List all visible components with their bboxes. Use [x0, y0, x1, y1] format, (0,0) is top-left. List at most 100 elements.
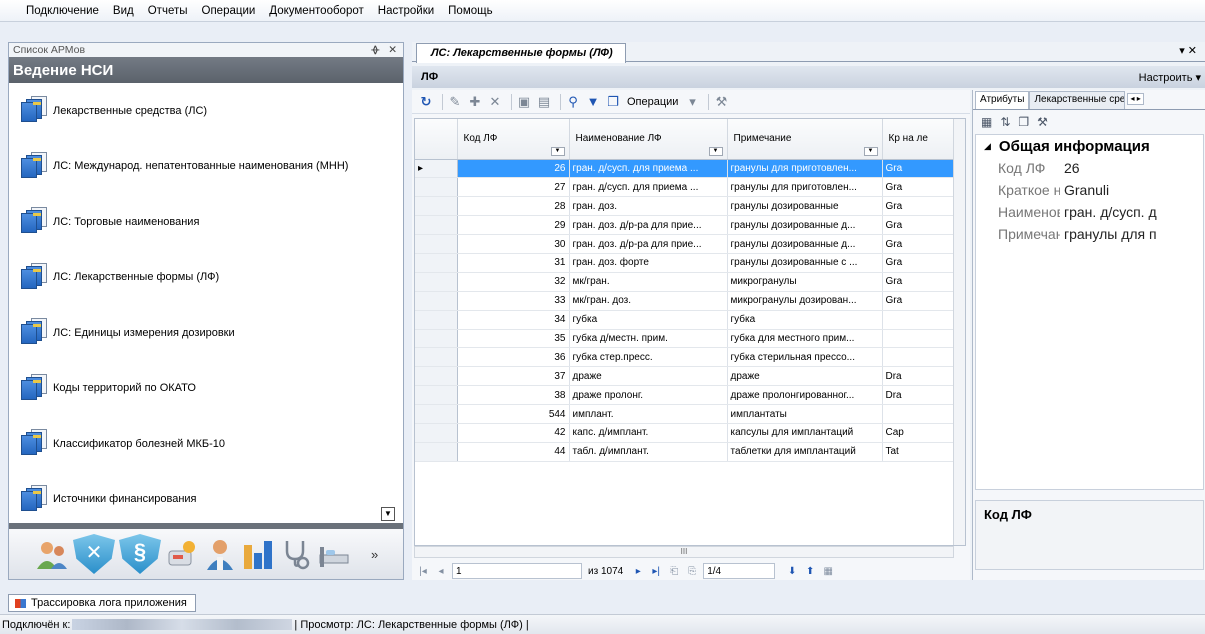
- cell-extra[interactable]: Gra: [882, 159, 955, 179]
- refresh-icon[interactable]: ↻: [418, 94, 434, 110]
- page-input[interactable]: [703, 563, 776, 579]
- cell-name[interactable]: гран. д/сусп. для приема ...: [569, 159, 728, 179]
- prev-page-icon[interactable]: ◂: [434, 566, 448, 577]
- nav-item[interactable]: ЛС: Лекарственные формы (ЛФ): [9, 250, 403, 306]
- cell-code[interactable]: 26: [457, 159, 570, 179]
- pin-icon[interactable]: ᚖ: [371, 44, 379, 56]
- pharmacy-icon[interactable]: [165, 537, 199, 571]
- property-category[interactable]: ◢ Общая информация: [976, 135, 1203, 157]
- cell-extra[interactable]: Gra: [882, 177, 955, 198]
- first-page-icon[interactable]: |◂: [416, 566, 430, 577]
- save-all-icon[interactable]: ▤: [536, 94, 552, 110]
- cell-extra[interactable]: Gra: [882, 215, 955, 236]
- table-row[interactable]: 34 губка губка: [415, 310, 955, 330]
- row-indicator[interactable]: [415, 196, 458, 217]
- table-row[interactable]: 36 губка стер.пресс. губка стерильная прес…: [415, 347, 955, 368]
- cell-extra[interactable]: Gra: [882, 196, 955, 217]
- export-icon[interactable]: ⬇: [785, 566, 799, 577]
- cell-note[interactable]: гранулы для приготовлен...: [727, 177, 883, 198]
- cell-code[interactable]: 35: [457, 329, 570, 349]
- table-row[interactable]: 42 капс. д/имплант. капсулы для имплантаци…: [415, 423, 955, 443]
- statistics-icon[interactable]: [241, 537, 275, 571]
- table-row[interactable]: 544 имплант. имплантаты: [415, 404, 955, 424]
- cell-code[interactable]: 27: [457, 177, 570, 198]
- nav-item[interactable]: ЛС: Торговые наименования: [9, 194, 403, 250]
- cell-code[interactable]: 33: [457, 291, 570, 311]
- configure-button[interactable]: Настроить ▾: [1139, 71, 1201, 84]
- cell-note[interactable]: губка для местного прим...: [727, 329, 883, 349]
- table-row[interactable]: 44 табл. д/имплант. таблетки для имплантац…: [415, 442, 955, 462]
- more-chevron-icon[interactable]: »: [371, 547, 378, 562]
- doctor-icon[interactable]: [203, 537, 237, 571]
- tab-scroll-arrows[interactable]: ◂ ▸: [1127, 93, 1144, 105]
- property-row[interactable]: Наименованиегран. д/сусп. д: [976, 201, 1203, 223]
- row-indicator[interactable]: [415, 272, 458, 292]
- cell-name[interactable]: гран. доз. форте: [569, 253, 728, 273]
- dropdown-icon[interactable]: ▼: [863, 146, 878, 156]
- menu-operations[interactable]: Операции: [202, 5, 256, 17]
- nav-item[interactable]: Классификатор болезней МКБ-10: [9, 416, 403, 472]
- cell-note[interactable]: губка стерильная прессо...: [727, 347, 883, 368]
- import-icon[interactable]: ⬆: [803, 566, 817, 577]
- close-icon[interactable]: ✕: [388, 44, 397, 56]
- row-indicator[interactable]: [415, 329, 458, 349]
- dropdown-icon[interactable]: ▼: [708, 146, 723, 156]
- table-row[interactable]: 27 гран. д/сусп. для приема ... гранулы дл…: [415, 177, 955, 198]
- cell-code[interactable]: 30: [457, 234, 570, 254]
- pages-icon[interactable]: ❐: [1018, 115, 1029, 129]
- cell-note[interactable]: драже: [727, 366, 883, 387]
- cell-name[interactable]: мк/гран. доз.: [569, 291, 728, 311]
- cell-note[interactable]: гранулы дозированные с ...: [727, 253, 883, 273]
- column-header-extra[interactable]: Кр на ле: [882, 119, 955, 160]
- column-header-name[interactable]: Наименование ЛФ ▼: [569, 119, 728, 160]
- row-indicator[interactable]: [415, 347, 458, 368]
- property-row[interactable]: Краткое наименованиеGranuli: [976, 179, 1203, 201]
- cell-code[interactable]: 38: [457, 385, 570, 406]
- cell-code[interactable]: 28: [457, 196, 570, 217]
- admin-shield-icon[interactable]: ✕: [73, 534, 115, 574]
- cell-extra[interactable]: Cap: [882, 423, 955, 443]
- cell-name[interactable]: гран. д/сусп. для приема ...: [569, 177, 728, 198]
- row-indicator[interactable]: [415, 234, 458, 254]
- filter-icon[interactable]: ▼: [585, 94, 601, 110]
- table-row[interactable]: 30 гран. доз. д/р-ра для прие... гранулы д…: [415, 234, 955, 254]
- row-indicator[interactable]: [415, 404, 458, 424]
- row-indicator[interactable]: [415, 423, 458, 443]
- cell-extra[interactable]: Tat: [882, 442, 955, 462]
- cell-code[interactable]: 42: [457, 423, 570, 443]
- next-block-icon[interactable]: ⎘: [685, 566, 699, 577]
- nav-item[interactable]: Источники финансирования: [9, 472, 403, 528]
- cell-extra[interactable]: Gra: [882, 253, 955, 273]
- row-indicator[interactable]: [415, 385, 458, 406]
- cell-extra[interactable]: Gra: [882, 291, 955, 311]
- next-page-icon[interactable]: ▸: [631, 566, 645, 577]
- edit-icon[interactable]: ✎: [447, 94, 463, 110]
- add-icon[interactable]: ✚: [467, 94, 483, 110]
- menu-help[interactable]: Помощь: [448, 5, 492, 17]
- row-indicator[interactable]: [415, 291, 458, 311]
- cell-code[interactable]: 44: [457, 442, 570, 462]
- table-row[interactable]: 31 гран. доз. форте гранулы дозированные с…: [415, 253, 955, 273]
- last-page-icon[interactable]: ▸|: [649, 566, 663, 577]
- menu-reports[interactable]: Отчеты: [148, 5, 188, 17]
- save-icon[interactable]: ▣: [516, 94, 532, 110]
- table-row[interactable]: ▸ 26 гран. д/сусп. для приема ... гранулы д…: [415, 159, 955, 179]
- column-header-note[interactable]: Примечание ▼: [727, 119, 883, 160]
- cell-name[interactable]: драже: [569, 366, 728, 387]
- stethoscope-icon[interactable]: [279, 537, 313, 571]
- nav-item[interactable]: Коды территорий по ОКАТО: [9, 361, 403, 417]
- bed-icon[interactable]: [317, 537, 351, 571]
- tab-medicines[interactable]: Лекарственные средства: [1029, 91, 1126, 109]
- property-value[interactable]: гран. д/сусп. д: [1060, 204, 1157, 220]
- cell-extra[interactable]: [882, 404, 955, 424]
- table-row[interactable]: 35 губка д/местн. прим. губка для местного…: [415, 329, 955, 349]
- users-icon[interactable]: [35, 537, 69, 571]
- vertical-scrollbar[interactable]: [953, 119, 965, 545]
- cell-extra[interactable]: [882, 310, 955, 330]
- cell-note[interactable]: микрогранулы дозирован...: [727, 291, 883, 311]
- operations-button[interactable]: Операции: [627, 96, 678, 108]
- menu-docflow[interactable]: Документооборот: [269, 5, 363, 17]
- cell-code[interactable]: 37: [457, 366, 570, 387]
- tab-attributes[interactable]: Атрибуты: [975, 91, 1030, 109]
- cell-name[interactable]: гран. доз. д/р-ра для прие...: [569, 215, 728, 236]
